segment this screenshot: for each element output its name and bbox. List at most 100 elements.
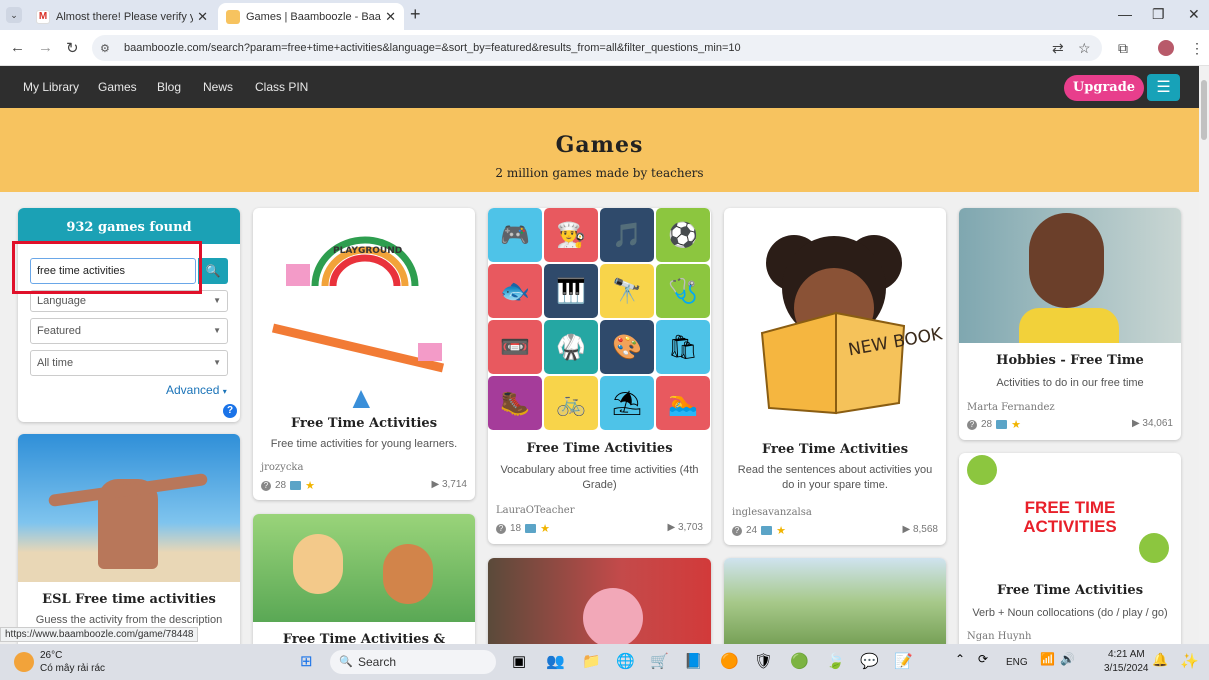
restore-icon[interactable]: ❐ [1152,6,1165,23]
chrome-icon[interactable]: 🟢 [790,652,809,670]
zalo-icon[interactable]: 💬 [860,652,879,670]
search-button[interactable]: 🔍 [198,258,228,284]
palette-icon: 🎨 [600,320,654,374]
hero-banner: Games 2 million games made by teachers [0,108,1199,192]
address-bar-row: ← → ↻ baamboozle.com/search?param=free+t… [0,30,1209,66]
clock-date[interactable]: 3/15/2024 [1104,663,1149,674]
card-author: Marta Fernandez [967,402,1055,413]
game-card-vocabulary[interactable]: 🎮 👨‍🍳 🎵 ⚽ 🐟 🎹 🔭 🩺 📼 🥋 🎨 🛍 🥾 🚲 ⛱ 🏊 Free T… [488,208,711,544]
game-card-reading[interactable]: NEW BOOK Free Time Activities Read the s… [724,208,946,545]
chevron-up-icon[interactable]: ⌃ [955,652,965,666]
game-card-photo[interactable] [488,558,711,644]
highlight-box [12,241,202,294]
game-card-favorite[interactable]: Free Time Activities & Favorite [253,514,475,644]
weather-desc: Có mây rải rác [40,663,106,674]
windows-start-icon[interactable]: ⊞ [300,652,313,670]
browser-tab-strip: ⌄ M Almost there! Please verify your ✕ G… [0,0,1209,30]
advanced-link[interactable]: Advanced ▾ [166,383,227,397]
app-icon[interactable]: 📘 [684,652,703,670]
clock-time[interactable]: 4:21 AM [1108,649,1145,660]
sort-select[interactable]: Featured ▼ [30,318,228,344]
chevron-down-icon: ▼ [213,358,221,367]
store-icon[interactable]: 🛒 [650,652,669,670]
card-author: Ngan Huynh [967,631,1032,642]
game-card-playground[interactable]: PLAYGROUND Free Time Activities Free tim… [253,208,475,500]
nav-games[interactable]: Games [98,80,137,94]
status-url: https://www.baamboozle.com/game/78448 [0,627,199,642]
forward-icon[interactable]: → [38,39,53,56]
language-indicator[interactable]: ENG [1006,657,1028,668]
extensions-icon[interactable]: ⧉ [1118,40,1128,57]
bookmark-star-icon[interactable]: ☆ [1078,40,1091,57]
copilot-icon[interactable]: ✨ [1180,652,1199,670]
nav-class-pin[interactable]: Class PIN [255,80,308,94]
scrollbar-thumb[interactable] [1201,80,1207,140]
close-tab-icon[interactable]: ✕ [197,9,208,25]
game-card-hobbies[interactable]: Hobbies - Free Time Activities to do in … [959,208,1181,440]
time-select-value: All time [37,357,74,369]
music-note-icon: 🎵 [600,208,654,262]
help-icon[interactable]: ? [223,404,237,418]
browser-tab-gmail[interactable]: M Almost there! Please verify your ✕ [28,3,216,30]
task-view-icon[interactable]: ▣ [512,652,526,670]
notification-bell-icon[interactable]: 🔔 [1152,652,1168,668]
question-icon: ? [732,525,742,536]
card-image-text: FREE TIME ACTIVITIES [1023,498,1117,536]
card-title: ESL Free time activities [42,592,216,607]
time-select[interactable]: All time ▼ [30,350,228,376]
card-image-sports: FREE TIME ACTIVITIES [959,453,1181,577]
star-icon: ★ [776,525,786,537]
url-field[interactable]: baamboozle.com/search?param=free+time+ac… [92,35,1102,61]
image-icon [290,481,302,490]
nav-blog[interactable]: Blog [157,80,181,94]
page-title: Games [555,132,644,158]
game-card-collocations[interactable]: FREE TIME ACTIVITIES Free Time Activitie… [959,453,1181,644]
teams-icon[interactable]: 👥 [546,652,565,670]
question-icon: ? [496,523,506,534]
gamepad-icon: 🎮 [488,208,542,262]
card-image-girl-reading: NEW BOOK [724,208,946,428]
weather-icon[interactable] [14,652,34,672]
hamburger-menu-icon[interactable]: ☰ [1147,74,1180,101]
minimize-icon[interactable]: — [1118,6,1132,22]
app-icon[interactable]: 🟠 [720,652,739,670]
image-icon [761,526,773,535]
card-title: Free Time Activities [761,442,909,457]
play-count: ▶ 3,703 [667,522,704,533]
tab-search-icon[interactable]: ⌄ [6,7,22,23]
translate-icon[interactable]: ⇄ [1052,40,1064,57]
new-tab-icon[interactable]: + [410,4,421,25]
sync-icon[interactable]: ⟳ [978,652,988,666]
volume-icon[interactable]: 🔊 [1060,652,1075,666]
upgrade-button[interactable]: Upgrade [1064,75,1144,101]
back-icon[interactable]: ← [10,39,25,56]
wifi-icon[interactable]: 📶 [1040,652,1055,666]
nav-my-library[interactable]: My Library [23,80,79,94]
card-title: Free Time Activities [996,583,1144,598]
play-count-value: 34,061 [1142,418,1173,429]
baamboozle-icon [226,9,240,24]
telescope-icon: 🔭 [600,264,654,318]
card-stats: ? 18 ★ [496,522,550,535]
menu-dots-icon[interactable]: ⋮ [1190,40,1204,57]
file-explorer-icon[interactable]: 📁 [582,652,601,670]
taskbar-search[interactable]: 🔍 Search [330,650,496,674]
word-icon[interactable]: 📝 [894,652,913,670]
close-window-icon[interactable]: ✕ [1188,6,1200,23]
game-card-landscape[interactable] [724,558,946,644]
nav-news[interactable]: News [203,80,233,94]
app-icon[interactable]: 🍃 [826,652,845,670]
card-desc: Guess the activity from the description [35,614,223,626]
scrollbar[interactable] [1199,66,1209,644]
browser-tab-baamboozle[interactable]: Games | Baamboozle - Baambo ✕ [218,3,404,30]
site-settings-icon[interactable]: ⚙ [100,42,110,55]
mcafee-icon[interactable]: 🛡 [754,652,773,670]
karate-icon: 🥋 [544,320,598,374]
game-card-esl[interactable]: ESL Free time activities Guess the activ… [18,434,240,644]
site-navbar: My Library Games Blog News Class PIN [0,66,1209,108]
reload-icon[interactable]: ↻ [66,39,79,57]
edge-icon[interactable]: 🌐 [616,652,635,670]
profile-avatar[interactable] [1158,40,1174,56]
close-tab-icon[interactable]: ✕ [385,9,396,25]
playground-sign-text: PLAYGROUND [333,246,402,256]
